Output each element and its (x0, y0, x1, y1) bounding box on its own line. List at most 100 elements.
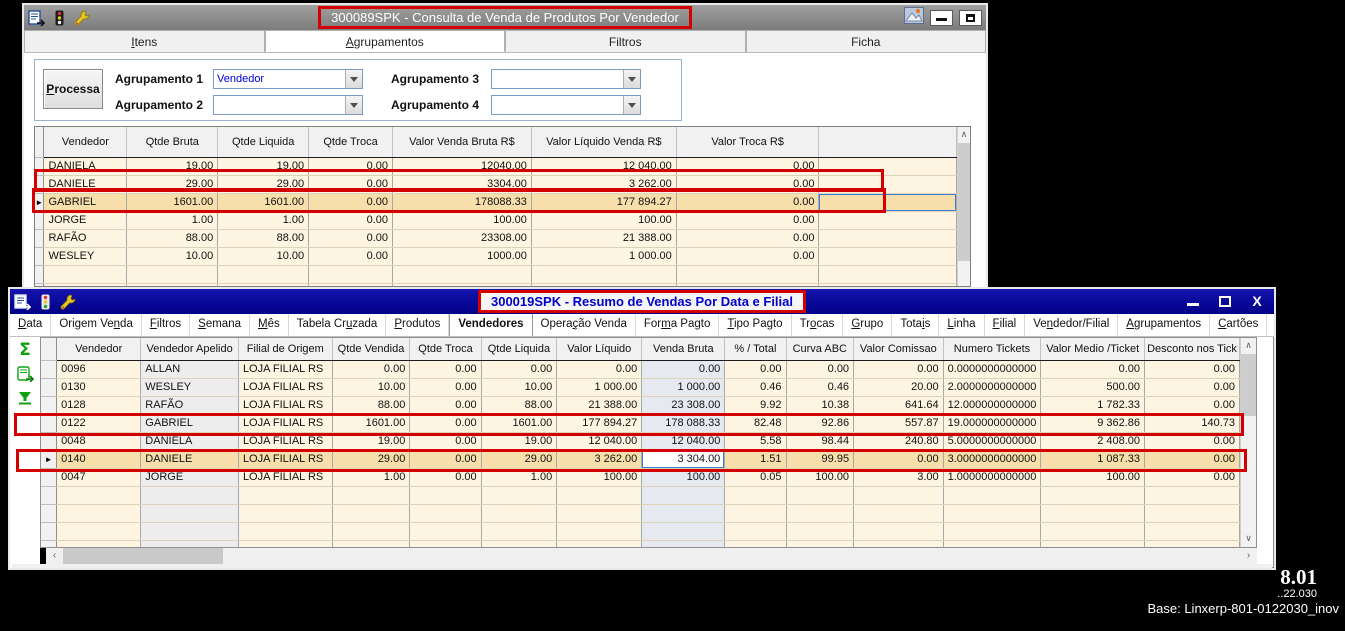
tab-cart-es[interactable]: Cartões (1210, 314, 1268, 336)
wrench-icon[interactable] (74, 10, 90, 26)
grid-cell[interactable]: 0.00 (1144, 432, 1240, 451)
grid-cell[interactable] (56, 540, 142, 547)
tab-trocas[interactable]: Trocas (792, 314, 844, 336)
grid-cell[interactable]: LOJA FILIAL RS (238, 432, 333, 451)
grid-cell[interactable]: 0.00 (676, 175, 820, 194)
tab-origem-venda[interactable]: Origem Venda (51, 314, 142, 336)
row-selector-arrow-icon[interactable]: ► (35, 193, 45, 212)
grid-cell[interactable] (238, 504, 333, 523)
grid-cell[interactable] (724, 522, 787, 541)
grid-cell[interactable]: 0.00 (1144, 468, 1240, 487)
grid-cell[interactable] (818, 211, 957, 230)
window2-horizontal-scrollbar[interactable]: ‹ › (40, 548, 1257, 564)
grid-cell[interactable] (818, 265, 957, 284)
tab-agrupamentos[interactable]: Agrupamentos (264, 30, 505, 52)
column-header-qtde-troca[interactable]: Qtde Troca (308, 127, 393, 158)
grid-cell[interactable] (238, 486, 333, 505)
grid-cell[interactable]: 1601.00 (332, 414, 411, 433)
grid-cell[interactable] (409, 504, 482, 523)
grid-cell[interactable]: 10.00 (126, 247, 219, 266)
grid-cell[interactable]: 20.00 (853, 378, 944, 397)
grid-cell[interactable]: 21 388.00 (531, 229, 677, 248)
grid-cell[interactable]: 88.00 (217, 229, 310, 248)
grid-cell[interactable]: 0122 (56, 414, 142, 433)
window2-vertical-scrollbar[interactable]: ∧ ∨ (1240, 338, 1256, 547)
grid-cell[interactable]: 240.80 (853, 432, 944, 451)
grid-cell[interactable]: 3.00 (853, 468, 944, 487)
grid-cell[interactable]: 88.00 (481, 396, 558, 415)
grid-cell[interactable]: 1.00 (481, 468, 558, 487)
grid-cell[interactable]: 0.0000000000000 (943, 360, 1042, 379)
row-selector-cell[interactable] (35, 247, 45, 266)
grid-cell[interactable]: RAFÃO (43, 229, 128, 248)
grid-cell[interactable] (140, 522, 239, 541)
filter-icon[interactable] (14, 388, 36, 408)
grid-cell[interactable]: 0.00 (853, 450, 944, 469)
grid-cell[interactable] (56, 486, 142, 505)
grid-cell[interactable]: 0.00 (308, 247, 393, 266)
grid-cell[interactable]: 88.00 (332, 396, 411, 415)
grid-cell[interactable]: 29.00 (481, 450, 558, 469)
grid-cell[interactable]: 99.95 (786, 450, 855, 469)
grid-cell[interactable]: 0047 (56, 468, 142, 487)
minimize-button[interactable] (930, 9, 953, 26)
grid-cell[interactable]: 100.00 (556, 468, 643, 487)
grid-cell[interactable]: 1 000.00 (531, 247, 677, 266)
wrench-icon[interactable] (60, 294, 76, 310)
tab-itens[interactable]: Itens (24, 30, 265, 52)
grid-row-wesley[interactable]: WESLEY 10.00 10.00 0.00 1000.00 1 000.00 0.00 (35, 247, 957, 266)
grid-cell[interactable] (140, 486, 239, 505)
grid-cell[interactable]: RAFÃO (140, 396, 239, 415)
tab-grupo[interactable]: Grupo (843, 314, 893, 336)
grid-cell[interactable]: LOJA FILIAL RS (238, 396, 333, 415)
row-selector-cell[interactable] (35, 175, 45, 194)
tab-data[interactable]: Data (10, 314, 52, 336)
grid-cell[interactable] (641, 486, 726, 505)
grid-cell[interactable]: JORGE (140, 468, 239, 487)
grid-cell[interactable] (1040, 486, 1146, 505)
grid-cell[interactable]: 21 388.00 (556, 396, 643, 415)
traffic-light-icon[interactable] (54, 10, 65, 26)
row-selector-cell[interactable] (35, 157, 45, 176)
tab-totais[interactable]: Totais (892, 314, 940, 336)
traffic-light-icon[interactable] (40, 294, 51, 310)
grid-cell[interactable]: 5.58 (724, 432, 787, 451)
grid-cell[interactable]: 3304.00 (392, 175, 532, 194)
grid-cell[interactable] (556, 504, 643, 523)
grid-cell[interactable]: 0096 (56, 360, 142, 379)
grid-cell[interactable] (1040, 522, 1146, 541)
grid-cell[interactable]: 82.48 (724, 414, 787, 433)
row-selector-cell[interactable] (35, 211, 45, 230)
grid-cell[interactable]: 9.92 (724, 396, 787, 415)
grid-cell[interactable]: 3 262.00 (531, 175, 677, 194)
grid-cell[interactable]: 19.00 (126, 157, 219, 176)
grid-cell[interactable]: 0.46 (786, 378, 855, 397)
row-selector-cell[interactable] (35, 229, 45, 248)
grid-cell[interactable] (392, 265, 532, 284)
column-header-vendedor[interactable]: Vendedor (56, 338, 142, 361)
window2-titlebar[interactable]: 300019SPK - Resumo de Vendas Por Data e … (10, 289, 1274, 314)
row-selector-cell[interactable] (41, 360, 58, 379)
grid-cell[interactable]: 0.46 (724, 378, 787, 397)
column-header-valor-l-quido-venda-r[interactable]: Valor Líquido Venda R$ (531, 127, 677, 158)
sum-icon[interactable]: Σ (14, 340, 36, 360)
column-header-valor-troca-r[interactable]: Valor Troca R$ (676, 127, 820, 158)
grid-cell[interactable]: 10.38 (786, 396, 855, 415)
grid-cell[interactable] (1144, 504, 1240, 523)
grid-cell[interactable] (409, 486, 482, 505)
grid-cell[interactable] (853, 540, 944, 547)
column-header-qtde-bruta[interactable]: Qtde Bruta (126, 127, 219, 158)
grid-row-daniela[interactable]: DANIELA 19.00 19.00 0.00 12040.00 12 040.00 0.… (35, 157, 957, 176)
grid-cell[interactable]: 177 894.27 (556, 414, 643, 433)
grid-cell[interactable]: 0.00 (676, 193, 820, 212)
tab-opera-o-venda[interactable]: Operação Venda (533, 314, 636, 336)
row-selector-cell[interactable] (41, 468, 58, 487)
row-selector-cell[interactable] (41, 414, 58, 433)
grid-cell[interactable]: 0128 (56, 396, 142, 415)
tab-forma-pagto[interactable]: Forma Pagto (636, 314, 720, 336)
grid-cell[interactable]: 23 308.00 (641, 396, 726, 415)
grid-cell[interactable]: 5.0000000000000 (943, 432, 1042, 451)
grid-cell[interactable]: 1 782.33 (1040, 396, 1146, 415)
grid-row-0122[interactable]: 0122 GABRIEL LOJA FILIAL RS 1601.00 0.00 1601… (41, 414, 1240, 433)
grid-cell[interactable]: 19.00 (217, 157, 310, 176)
